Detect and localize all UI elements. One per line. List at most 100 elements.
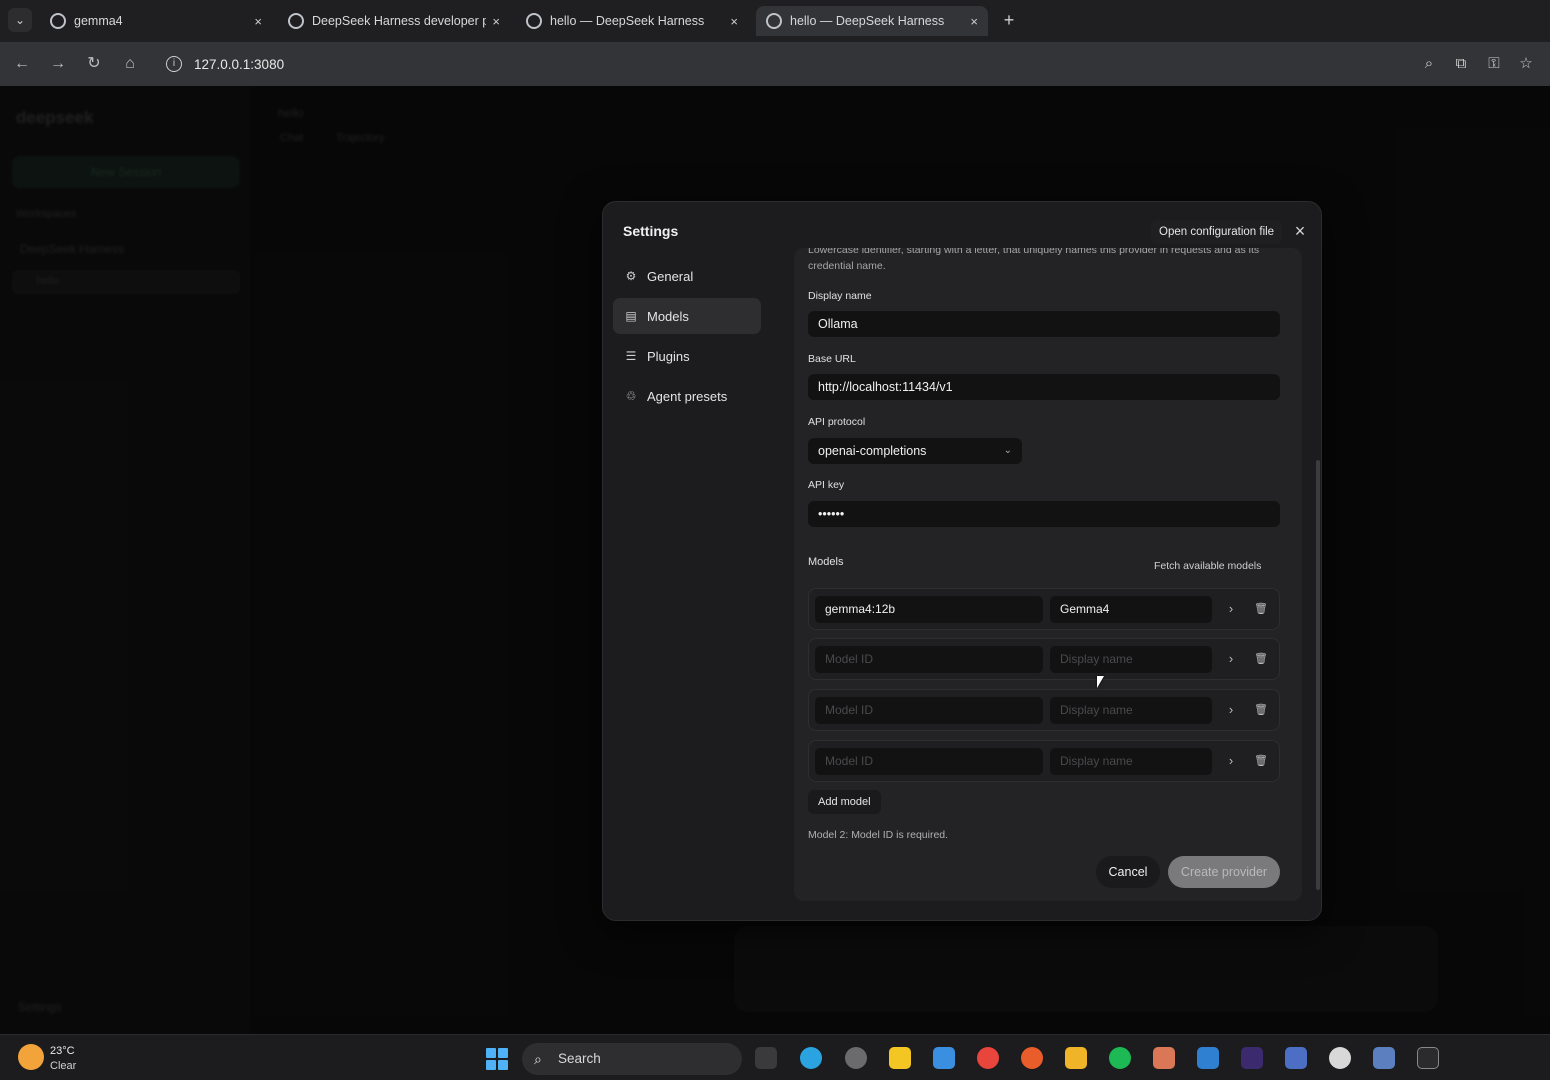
provider-form-panel: Lowercase identifier, starting with a le…	[794, 248, 1302, 901]
tab-search-menu-button[interactable]: ⌄	[8, 8, 32, 32]
close-icon[interactable]: ×	[492, 14, 500, 29]
vscode-app-icon[interactable]	[1197, 1047, 1219, 1069]
settings-nav-agent-presets[interactable]: ♲ Agent presets	[613, 378, 761, 414]
model-row: Model ID Display name › 🗑	[808, 689, 1280, 731]
base-url-label: Base URL	[808, 353, 856, 365]
add-model-button[interactable]: Add model	[808, 790, 881, 814]
browser-tab-4-active[interactable]: hello — DeepSeek Harness ×	[756, 6, 988, 36]
ai-app-icon[interactable]	[1241, 1047, 1263, 1069]
sticky-notes-app-icon[interactable]	[889, 1047, 911, 1069]
api-key-field[interactable]: ••••••	[808, 501, 1280, 527]
chevron-right-icon[interactable]: ›	[1223, 599, 1239, 619]
model-row: Model ID Display name › 🗑	[808, 740, 1280, 782]
create-provider-button[interactable]: Create provider	[1168, 856, 1280, 888]
bookmark-star-icon[interactable]: ☆	[1515, 53, 1537, 75]
model-display-name-input[interactable]: Display name	[1050, 697, 1212, 724]
deepseek-logo-icon	[526, 13, 542, 29]
models-section-label: Models	[808, 556, 844, 568]
remote-app-icon[interactable]	[1373, 1047, 1395, 1069]
chevron-right-icon[interactable]: ›	[1223, 649, 1239, 669]
weather-sun-icon[interactable]	[18, 1044, 44, 1070]
tab-title: gemma4	[74, 14, 123, 28]
placeholder-text: Model ID	[825, 754, 874, 768]
chevron-right-icon[interactable]: ›	[1223, 700, 1239, 720]
placeholder-text: Display name	[1060, 754, 1133, 768]
chevron-right-icon[interactable]: ›	[1223, 751, 1239, 771]
weather-condition[interactable]: Clear	[50, 1060, 76, 1072]
telegram-app-icon[interactable]	[800, 1047, 822, 1069]
mouse-cursor-icon	[1097, 676, 1104, 688]
model-display-name-input[interactable]: Display name	[1050, 748, 1212, 775]
site-info-icon[interactable]: i	[166, 56, 182, 72]
spotify-app-icon[interactable]	[1109, 1047, 1131, 1069]
github-icon	[50, 13, 66, 29]
deepseek-logo-icon	[766, 13, 782, 29]
display-name-field[interactable]: Ollama	[808, 311, 1280, 337]
openai-app-icon[interactable]	[845, 1047, 867, 1069]
api-key-label: API key	[808, 479, 845, 491]
forward-arrow-icon[interactable]: →	[46, 52, 70, 76]
close-icon[interactable]: ×	[1289, 220, 1311, 242]
cancel-button[interactable]: Cancel	[1096, 856, 1160, 888]
zoom-icon[interactable]: ⌕	[1418, 53, 1440, 75]
chrome-app-icon[interactable]	[977, 1047, 999, 1069]
settings-nav: ⚙ General ▤ Models ☰ Plugins ♲ Agent pre…	[613, 258, 761, 418]
claude-app-icon[interactable]	[1153, 1047, 1175, 1069]
trash-icon[interactable]: 🗑	[1253, 649, 1269, 669]
weather-temperature[interactable]: 23°C	[50, 1045, 75, 1057]
model-id-input[interactable]: Model ID	[815, 697, 1043, 724]
address-bar[interactable]: i 127.0.0.1:3080	[158, 48, 1548, 80]
plugins-icon: ☰	[625, 349, 637, 363]
console-app-icon[interactable]	[1417, 1047, 1439, 1069]
model-id-input[interactable]: Model ID	[815, 748, 1043, 775]
password-key-icon[interactable]: ⚿	[1483, 53, 1505, 75]
model-id-input[interactable]: Model ID	[815, 646, 1043, 673]
close-icon[interactable]: ×	[970, 14, 978, 29]
model-id-input[interactable]: gemma4:12b	[815, 596, 1043, 623]
agent-icon: ♲	[625, 389, 637, 403]
api-protocol-value: openai-completions	[818, 444, 927, 458]
url-text[interactable]: 127.0.0.1:3080	[194, 57, 284, 72]
new-tab-button[interactable]: +	[998, 8, 1020, 32]
model-display-name-input[interactable]: Gemma4	[1050, 596, 1212, 623]
open-config-file-button[interactable]: Open configuration file	[1151, 220, 1283, 244]
gear-icon: ⚙	[625, 269, 637, 283]
model-row: gemma4:12b Gemma4 › 🗑	[808, 588, 1280, 630]
settings-nav-plugins[interactable]: ☰ Plugins	[613, 338, 761, 374]
notepad-app-icon[interactable]	[933, 1047, 955, 1069]
tab-title: DeepSeek Harness developer p	[312, 14, 487, 28]
nav-label: Agent presets	[647, 388, 728, 404]
browser-tab-2[interactable]: DeepSeek Harness developer p ×	[278, 6, 510, 36]
trash-icon[interactable]: 🗑	[1253, 700, 1269, 720]
tab-title: hello — DeepSeek Harness	[790, 14, 945, 28]
browser-tab-3[interactable]: hello — DeepSeek Harness ×	[516, 6, 748, 36]
close-icon[interactable]: ×	[254, 14, 262, 29]
install-app-icon[interactable]: ⧉	[1450, 53, 1472, 75]
reload-icon[interactable]: ↻	[82, 52, 106, 76]
browser-toolbar: ← → ↻ ⌂ i 127.0.0.1:3080 ⌕ ⧉ ⚿ ☆	[0, 42, 1550, 86]
provider-id-help-text: Lowercase identifier, starting with a le…	[808, 248, 1260, 272]
python-app-icon[interactable]	[1285, 1047, 1307, 1069]
back-arrow-icon[interactable]: ←	[10, 52, 34, 76]
chevron-down-icon: ⌄	[1003, 445, 1012, 456]
close-icon[interactable]: ×	[730, 14, 738, 29]
placeholder-text: Model ID	[825, 703, 874, 717]
home-icon[interactable]: ⌂	[118, 52, 142, 76]
nav-label: Plugins	[647, 348, 690, 364]
settings-nav-general[interactable]: ⚙ General	[613, 258, 761, 294]
file-explorer-app-icon[interactable]	[1065, 1047, 1087, 1069]
taskbar-search[interactable]: ⌕ Search	[522, 1043, 742, 1075]
api-protocol-select[interactable]: openai-completions ⌄	[808, 438, 1022, 464]
windows-start-icon[interactable]	[486, 1048, 508, 1070]
fetch-models-button[interactable]: Fetch available models	[1154, 560, 1261, 572]
chatgpt-app-icon[interactable]	[1329, 1047, 1351, 1069]
trash-icon[interactable]: 🗑	[1253, 751, 1269, 771]
model-display-name-input[interactable]: Display name	[1050, 646, 1212, 673]
browser-tab-1[interactable]: gemma4 ×	[40, 6, 272, 36]
settings-nav-models[interactable]: ▤ Models	[613, 298, 761, 334]
base-url-field[interactable]: http://localhost:11434/v1	[808, 374, 1280, 400]
panel-scrollbar[interactable]	[1316, 460, 1320, 890]
trash-icon[interactable]: 🗑	[1253, 599, 1269, 619]
terminal-app-icon[interactable]	[755, 1047, 777, 1069]
duckduckgo-app-icon[interactable]	[1021, 1047, 1043, 1069]
